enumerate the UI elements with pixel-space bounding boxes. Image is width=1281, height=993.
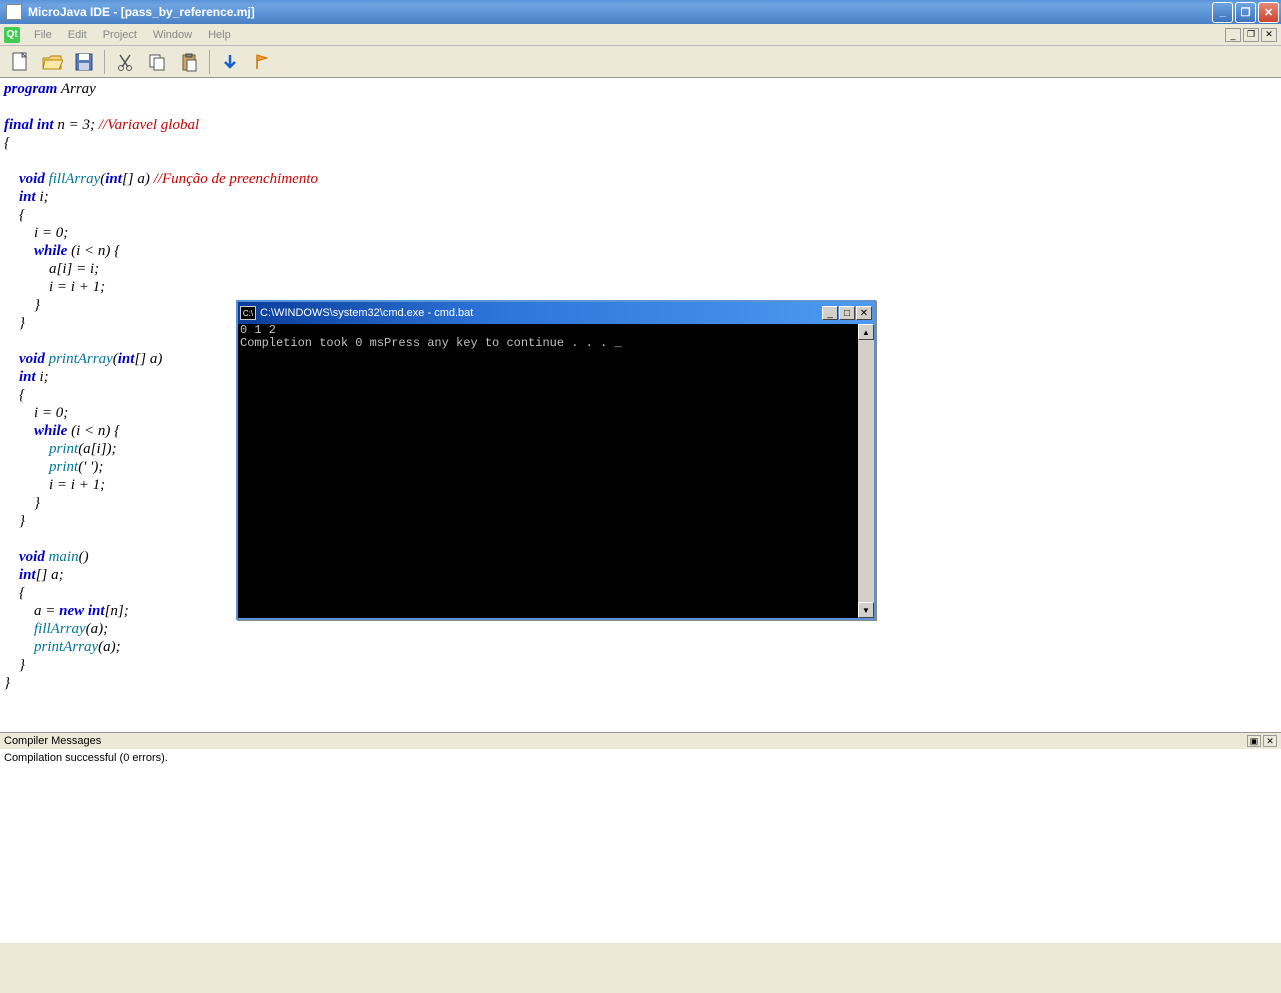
paste-button[interactable] xyxy=(175,48,203,76)
paste-icon xyxy=(179,52,199,72)
window-title: MicroJava IDE - [pass_by_reference.mj] xyxy=(26,5,1210,19)
qt-icon: Qt xyxy=(4,27,20,43)
toolbar-separator-2 xyxy=(209,50,210,74)
open-file-icon xyxy=(41,52,63,72)
menu-help[interactable]: Help xyxy=(200,27,239,43)
console-titlebar[interactable]: C:\ C:\WINDOWS\system32\cmd.exe - cmd.ba… xyxy=(238,302,874,324)
console-maximize-button[interactable]: □ xyxy=(839,306,855,320)
mdi-close-button[interactable]: ✕ xyxy=(1261,28,1277,42)
console-close-button[interactable]: ✕ xyxy=(856,306,872,320)
save-file-icon xyxy=(74,52,94,72)
console-line-1: 0 1 2 xyxy=(240,323,276,337)
new-file-button[interactable] xyxy=(6,48,34,76)
run-button[interactable] xyxy=(248,48,276,76)
console-scrollbar[interactable]: ▲ ▼ xyxy=(858,324,874,618)
console-output[interactable]: 0 1 2 Completion took 0 msPress any key … xyxy=(238,324,858,618)
console-scroll-down[interactable]: ▼ xyxy=(858,602,874,618)
copy-icon xyxy=(147,52,167,72)
compiler-message-text: Compilation successful (0 errors). xyxy=(4,752,168,764)
compiler-panel-close-button[interactable]: ✕ xyxy=(1263,735,1277,747)
build-button[interactable] xyxy=(216,48,244,76)
mdi-minimize-button[interactable]: _ xyxy=(1225,28,1241,42)
maximize-button[interactable]: ❐ xyxy=(1235,2,1256,23)
console-scroll-up[interactable]: ▲ xyxy=(858,324,874,340)
console-icon: C:\ xyxy=(240,306,256,320)
open-file-button[interactable] xyxy=(38,48,66,76)
save-file-button[interactable] xyxy=(70,48,98,76)
statusbar xyxy=(0,942,1281,970)
toolbar-separator xyxy=(104,50,105,74)
compiler-panel-dock-button[interactable]: ▣ xyxy=(1247,735,1261,747)
compiler-panel-header: Compiler Messages ▣ ✕ xyxy=(0,732,1281,750)
cut-button[interactable] xyxy=(111,48,139,76)
toolbar xyxy=(0,46,1281,78)
menu-window[interactable]: Window xyxy=(145,27,200,43)
titlebar[interactable]: MicroJava IDE - [pass_by_reference.mj] _… xyxy=(0,0,1281,24)
compiler-messages[interactable]: Compilation successful (0 errors). xyxy=(0,750,1281,942)
menu-project[interactable]: Project xyxy=(95,27,145,43)
minimize-button[interactable]: _ xyxy=(1212,2,1233,23)
console-window[interactable]: C:\ C:\WINDOWS\system32\cmd.exe - cmd.ba… xyxy=(236,300,876,620)
mdi-restore-button[interactable]: ❐ xyxy=(1243,28,1259,42)
menu-edit[interactable]: Edit xyxy=(60,27,95,43)
copy-button[interactable] xyxy=(143,48,171,76)
app-icon xyxy=(6,4,22,20)
console-scroll-track[interactable] xyxy=(858,340,874,602)
run-flag-icon xyxy=(252,52,272,72)
build-down-icon xyxy=(220,52,240,72)
close-button[interactable]: ✕ xyxy=(1258,2,1279,23)
console-minimize-button[interactable]: _ xyxy=(822,306,838,320)
compiler-panel-title: Compiler Messages xyxy=(4,735,101,747)
console-title: C:\WINDOWS\system32\cmd.exe - cmd.bat xyxy=(260,307,473,319)
new-file-icon xyxy=(10,51,30,73)
menubar: Qt File Edit Project Window Help _ ❐ ✕ xyxy=(0,24,1281,46)
cut-icon xyxy=(115,52,135,72)
menu-file[interactable]: File xyxy=(26,27,60,43)
console-line-2: Completion took 0 msPress any key to con… xyxy=(240,336,622,350)
